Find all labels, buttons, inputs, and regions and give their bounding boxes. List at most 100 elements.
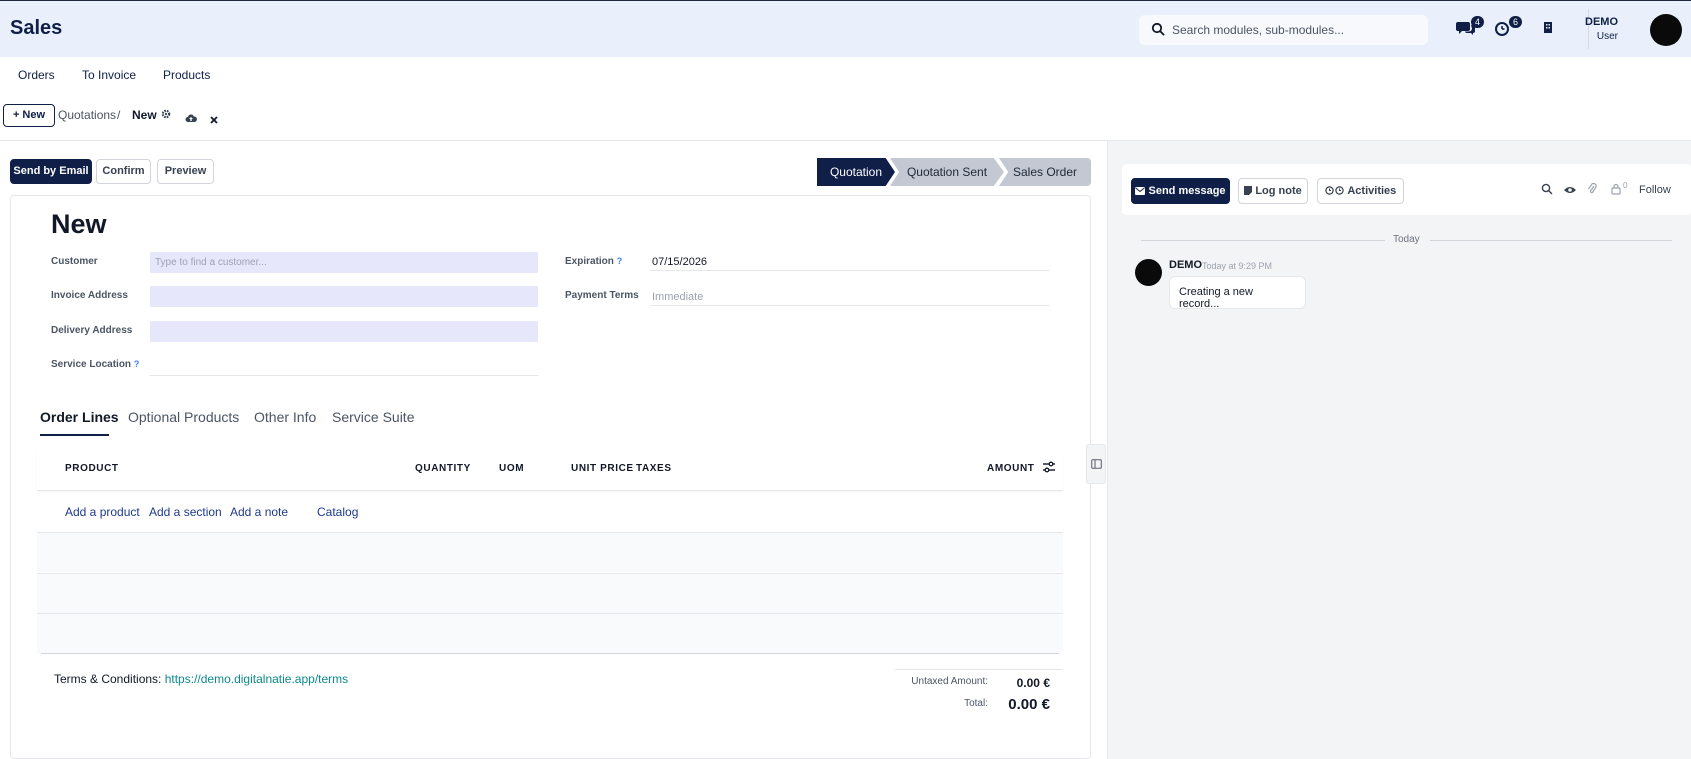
messages-badge: 4 [1471, 16, 1484, 28]
company-button[interactable] [1541, 19, 1563, 41]
untaxed-amount-value: 0.00 € [1016, 676, 1050, 690]
delivery-address-label: Delivery Address [51, 325, 133, 336]
untaxed-amount-label: Untaxed Amount: [911, 676, 988, 687]
column-quantity[interactable]: QUANTITY [415, 463, 471, 474]
cloud-save-icon[interactable] [185, 113, 197, 123]
service-location-label-text: Service Location [51, 359, 132, 370]
delivery-address-input[interactable] [150, 321, 538, 342]
add-section-link[interactable]: Add a section [149, 505, 222, 519]
message-author[interactable]: DEMO [1169, 259, 1202, 271]
log-note-button[interactable]: Log note [1238, 178, 1308, 204]
payment-terms-label: Payment Terms [565, 290, 639, 301]
search-icon [1151, 22, 1165, 36]
activities-label: Activities [1347, 185, 1397, 197]
activities-badge: 6 [1509, 16, 1522, 28]
attachments-count: 0 [1623, 181, 1628, 190]
column-uom[interactable]: UOM [499, 463, 524, 474]
invoice-address-input[interactable] [150, 286, 538, 307]
expiration-label-text: Expiration [565, 256, 614, 267]
discard-icon[interactable] [210, 116, 218, 124]
terms-label: Terms & Conditions: [54, 672, 162, 686]
expiration-label: Expiration ? [565, 256, 622, 267]
breadcrumb-separator: / [117, 108, 121, 122]
user-role: User [1596, 31, 1618, 42]
service-location-help[interactable]: ? [134, 359, 140, 369]
tab-service-suite[interactable]: Service Suite [332, 409, 414, 425]
column-amount[interactable]: AMOUNT [987, 463, 1034, 474]
payment-terms-input[interactable]: Immediate [652, 291, 703, 303]
paperclip-icon[interactable] [1587, 183, 1597, 195]
customer-input[interactable]: Type to find a customer... [150, 252, 538, 273]
order-lines-header [37, 450, 1063, 491]
invoice-address-label: Invoice Address [51, 290, 128, 301]
empty-table-row [37, 532, 1063, 572]
lock-icon[interactable] [1611, 183, 1621, 195]
user-avatar[interactable] [1650, 14, 1682, 46]
stage-sales-order[interactable]: Sales Order [999, 158, 1091, 186]
tab-order-lines[interactable]: Order Lines [40, 409, 119, 425]
new-button[interactable]: + New [3, 104, 55, 127]
menu-orders[interactable]: Orders [18, 68, 55, 82]
activities-chatter-button[interactable]: Activities [1317, 178, 1404, 204]
app-title[interactable]: Sales [10, 17, 62, 40]
column-product[interactable]: PRODUCT [65, 463, 119, 474]
column-unit-price[interactable]: UNIT PRICE [571, 463, 634, 474]
terms-and-conditions: Terms & Conditions: https://demo.digital… [54, 672, 348, 686]
total-label: Total: [964, 698, 988, 709]
tab-other-info[interactable]: Other Info [254, 409, 316, 425]
chatter-toggle-button[interactable] [1086, 444, 1106, 484]
totals-divider [895, 669, 1063, 670]
clock-icon [1325, 186, 1344, 195]
confirm-button[interactable]: Confirm [96, 159, 151, 184]
add-product-link[interactable]: Add a product [65, 505, 140, 519]
customer-label: Customer [51, 256, 98, 267]
eye-icon[interactable] [1563, 185, 1577, 195]
send-by-email-button[interactable]: Send by Email [10, 159, 92, 184]
preview-button[interactable]: Preview [157, 159, 214, 184]
message-timestamp: Today at 9:29 PM [1202, 261, 1273, 271]
date-separator-line [1430, 240, 1672, 241]
menu-to-invoice[interactable]: To Invoice [82, 68, 136, 82]
search-input[interactable]: Search modules, sub-modules... [1139, 15, 1428, 45]
breadcrumb-current: New [132, 108, 157, 122]
date-separator: Today [1393, 234, 1420, 245]
column-taxes[interactable]: TAXES [636, 463, 672, 474]
empty-table-row [37, 573, 1063, 613]
search-placeholder: Search modules, sub-modules... [1172, 23, 1345, 37]
stage-quotation[interactable]: Quotation [817, 158, 895, 186]
activities-button[interactable]: 6 [1494, 16, 1522, 41]
expiration-help[interactable]: ? [617, 256, 623, 266]
gear-icon[interactable] [161, 109, 171, 119]
column-settings-icon[interactable] [1042, 461, 1056, 473]
active-tab-indicator [40, 434, 109, 436]
building-icon [1544, 22, 1552, 33]
navbar-divider [1588, 9, 1589, 49]
empty-table-row [37, 613, 1063, 653]
payment-terms-underline [650, 305, 1050, 306]
service-location-input[interactable] [150, 375, 538, 376]
note-icon [1244, 186, 1253, 195]
expiration-underline [650, 270, 1050, 271]
message-author-avatar[interactable] [1135, 259, 1162, 286]
breadcrumb-quotations[interactable]: Quotations [58, 108, 116, 122]
user-name[interactable]: DEMO [1585, 16, 1618, 28]
service-location-label: Service Location ? [51, 359, 139, 370]
messages-button[interactable]: 4 [1456, 16, 1484, 41]
menu-products[interactable]: Products [163, 68, 210, 82]
expiration-value[interactable]: 07/15/2026 [652, 256, 707, 268]
sidebar-toggle-icon [1091, 459, 1102, 469]
log-note-label: Log note [1255, 185, 1302, 197]
total-value: 0.00 € [1008, 696, 1050, 713]
send-message-label: Send message [1148, 185, 1226, 197]
message-body: Creating a new record... [1169, 276, 1306, 310]
send-message-button[interactable]: Send message [1131, 178, 1230, 204]
date-separator-line [1141, 240, 1385, 241]
stage-quotation-sent[interactable]: Quotation Sent [890, 158, 1004, 186]
terms-link[interactable]: https://demo.digitalnatie.app/terms [165, 672, 348, 686]
tab-optional-products[interactable]: Optional Products [128, 409, 239, 425]
add-note-link[interactable]: Add a note [230, 505, 288, 519]
catalog-link[interactable]: Catalog [317, 505, 358, 519]
table-bottom-border [41, 653, 1059, 654]
follow-button[interactable]: Follow [1639, 184, 1671, 196]
search-icon[interactable] [1541, 183, 1553, 195]
